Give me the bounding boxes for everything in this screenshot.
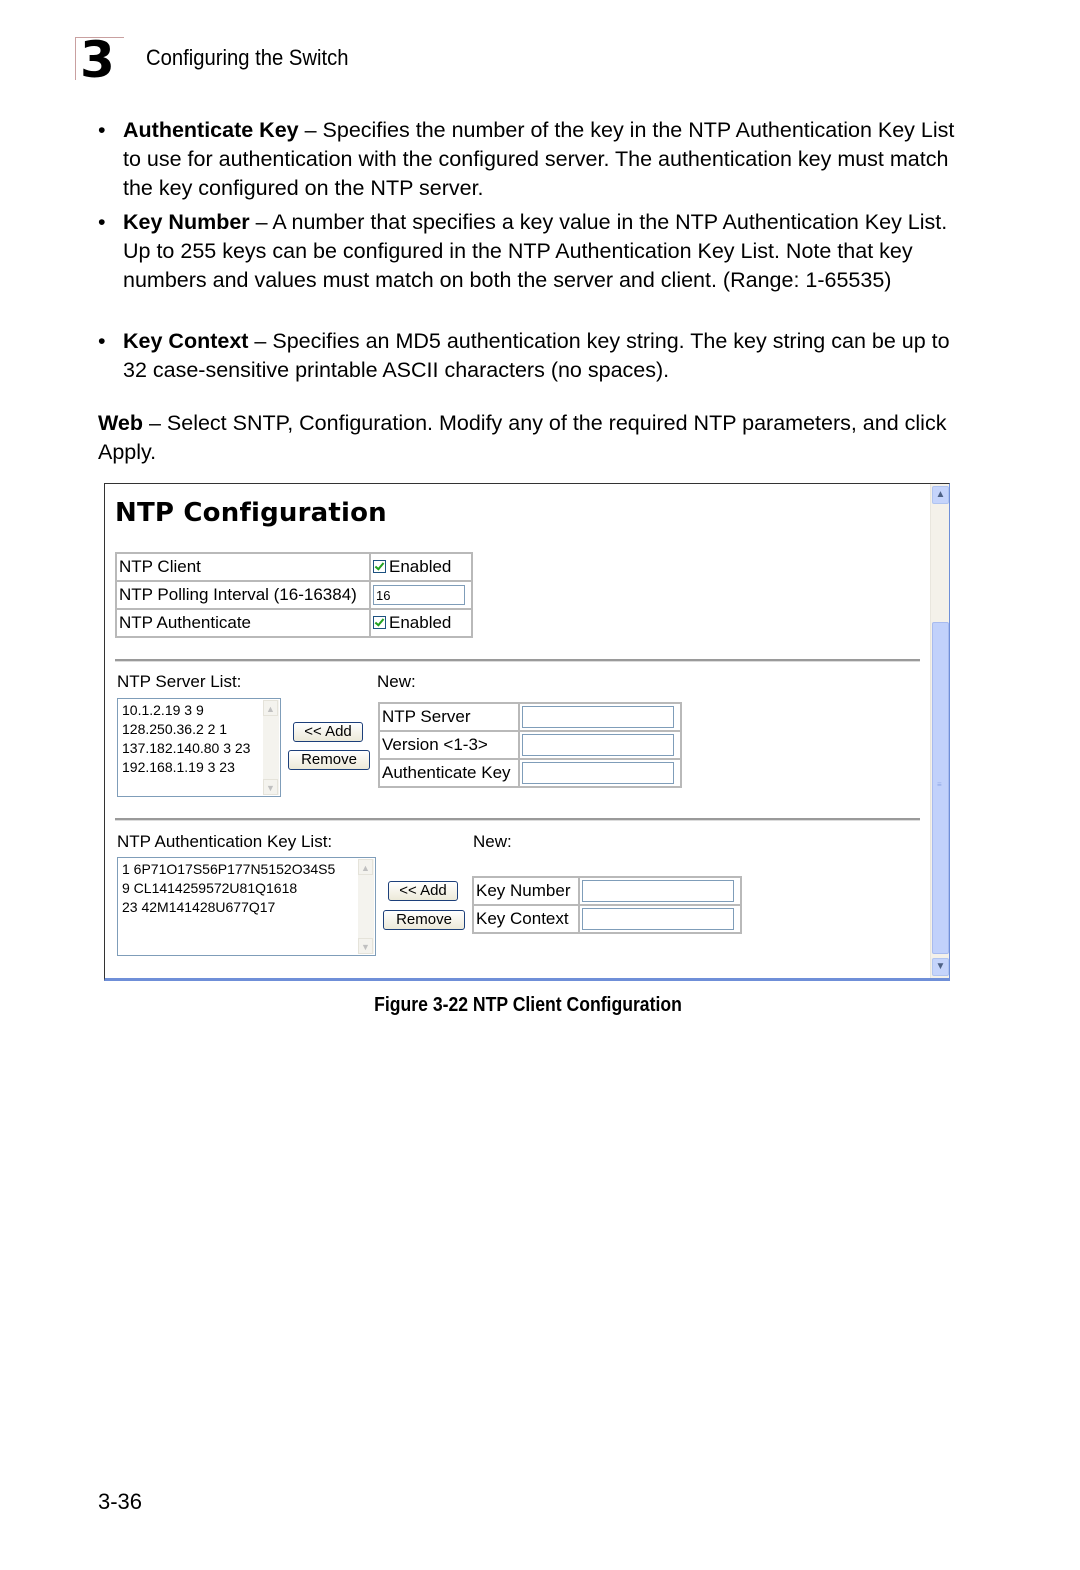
page-scrollbar[interactable]: ▲ ≡ ▼ bbox=[930, 484, 949, 978]
key-context-input[interactable] bbox=[582, 908, 734, 930]
grip-icon: ≡ bbox=[937, 780, 942, 789]
server-new-label: New: bbox=[377, 672, 416, 691]
server-list-item[interactable]: 10.1.2.19 3 9 bbox=[122, 701, 276, 720]
bullet-dot: • bbox=[98, 329, 106, 353]
authenticate-key-label: Authenticate Key bbox=[378, 758, 520, 788]
bullet-dot: • bbox=[98, 210, 106, 234]
web-term: Web bbox=[98, 411, 143, 435]
new-key-number-row: Key Number bbox=[472, 876, 742, 906]
polling-interval-label: NTP Polling Interval (16-16384) bbox=[115, 580, 371, 610]
server-listbox[interactable]: 10.1.2.19 3 9 128.250.36.2 2 1 137.182.1… bbox=[117, 698, 281, 797]
key-add-button[interactable]: << Add bbox=[388, 881, 458, 901]
server-list-item[interactable]: 192.168.1.19 3 23 bbox=[122, 758, 276, 777]
authenticate-key-input[interactable] bbox=[522, 762, 674, 784]
bullet-term: Authenticate Key bbox=[123, 118, 299, 142]
new-key-context-row: Key Context bbox=[472, 904, 742, 934]
scroll-down-icon[interactable]: ▼ bbox=[932, 958, 949, 976]
key-new-label: New: bbox=[473, 832, 512, 851]
section-divider bbox=[115, 818, 920, 821]
key-context-label: Key Context bbox=[472, 904, 580, 934]
scroll-up-icon[interactable]: ▲ bbox=[358, 859, 373, 875]
ntp-client-row: NTP Client Enabled bbox=[115, 552, 473, 582]
new-authkey-row: Authenticate Key bbox=[378, 758, 682, 788]
section-divider bbox=[115, 659, 920, 662]
bullet-key-context: • Key Context – Specifies an MD5 authenti… bbox=[98, 327, 958, 385]
version-label: Version <1-3> bbox=[378, 730, 520, 760]
ntp-client-enabled-label: Enabled bbox=[389, 557, 452, 576]
bullet-key-number: • Key Number – A number that specifies a … bbox=[98, 208, 958, 295]
web-text: – Select SNTP, Configuration. Modify any… bbox=[98, 411, 947, 464]
polling-interval-row: NTP Polling Interval (16-16384) 16 bbox=[115, 580, 473, 610]
key-list-item[interactable]: 1 6P71O17S56P177N5152O34S5 bbox=[122, 860, 371, 879]
chapter-title: Configuring the Switch bbox=[146, 45, 349, 70]
key-listbox[interactable]: 1 6P71O17S56P177N5152O34S5 9 CL141425957… bbox=[117, 857, 376, 956]
new-server-table: NTP Server Version <1-3> Authenticate Ke… bbox=[378, 702, 682, 788]
ntp-server-input[interactable] bbox=[522, 706, 674, 728]
server-list-item[interactable]: 137.182.140.80 3 23 bbox=[122, 739, 276, 758]
web-instructions: Web – Select SNTP, Configuration. Modify… bbox=[98, 409, 958, 467]
ntp-server-label: NTP Server bbox=[378, 702, 520, 732]
page-number: 3-36 bbox=[98, 1489, 143, 1514]
key-number-label: Key Number bbox=[472, 876, 580, 906]
ntp-client-label: NTP Client bbox=[115, 552, 371, 582]
ntp-configuration-screenshot: NTP Configuration NTP Client Enabled NTP… bbox=[104, 483, 950, 981]
server-remove-button[interactable]: Remove bbox=[288, 750, 370, 770]
key-remove-button[interactable]: Remove bbox=[383, 910, 465, 930]
bullet-term: Key Context bbox=[123, 329, 249, 353]
ntp-authenticate-checkbox[interactable] bbox=[373, 616, 386, 629]
ntp-client-checkbox[interactable] bbox=[373, 560, 386, 573]
scroll-up-icon[interactable]: ▲ bbox=[932, 486, 949, 504]
scroll-down-icon[interactable]: ▼ bbox=[263, 779, 278, 795]
server-list-label: NTP Server List: bbox=[117, 672, 242, 691]
ntp-config-table: NTP Client Enabled NTP Polling Interval … bbox=[115, 552, 473, 638]
key-list-label: NTP Authentication Key List: bbox=[117, 832, 333, 851]
scroll-up-icon[interactable]: ▲ bbox=[263, 700, 278, 716]
chapter-number: 3 bbox=[80, 31, 115, 89]
server-add-button[interactable]: << Add bbox=[293, 722, 363, 742]
scroll-down-icon[interactable]: ▼ bbox=[358, 938, 373, 954]
ntp-authenticate-label: NTP Authenticate bbox=[115, 608, 371, 638]
scrollbar-thumb[interactable]: ≡ bbox=[932, 622, 949, 954]
new-server-row: NTP Server bbox=[378, 702, 682, 732]
bullet-term: Key Number bbox=[123, 210, 250, 234]
figure-caption: Figure 3-22 NTP Client Configuration bbox=[374, 994, 682, 1016]
bullet-authenticate-key: • Authenticate Key – Specifies the number… bbox=[98, 116, 958, 203]
server-list-scrollbar[interactable]: ▲ ▼ bbox=[263, 700, 279, 795]
server-list-item[interactable]: 128.250.36.2 2 1 bbox=[122, 720, 276, 739]
key-list-item[interactable]: 23 42M141428U677Q17 bbox=[122, 898, 371, 917]
key-number-input[interactable] bbox=[582, 880, 734, 902]
key-list-item[interactable]: 9 CL1414259572U81Q1618 bbox=[122, 879, 371, 898]
ntp-configuration-title: NTP Configuration bbox=[115, 498, 387, 528]
polling-interval-input[interactable]: 16 bbox=[373, 585, 465, 606]
new-version-row: Version <1-3> bbox=[378, 730, 682, 760]
key-list-scrollbar[interactable]: ▲ ▼ bbox=[358, 859, 374, 954]
version-input[interactable] bbox=[522, 734, 674, 756]
ntp-authenticate-enabled-label: Enabled bbox=[389, 613, 452, 632]
new-key-table: Key Number Key Context bbox=[472, 876, 742, 934]
ntp-authenticate-row: NTP Authenticate Enabled bbox=[115, 608, 473, 638]
bullet-dot: • bbox=[98, 118, 106, 142]
